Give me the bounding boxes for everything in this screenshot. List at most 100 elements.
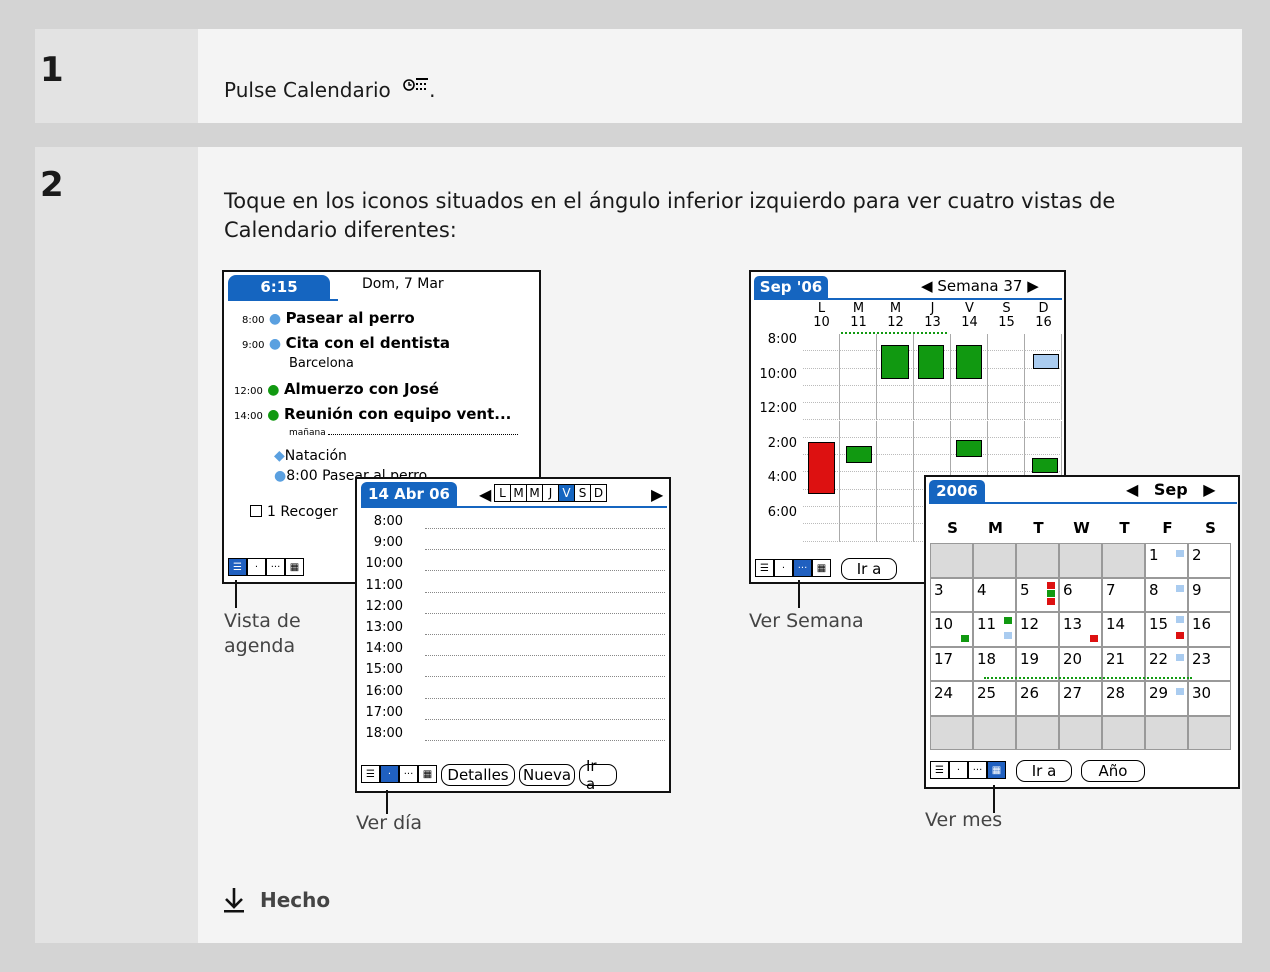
week-slot[interactable]: [840, 507, 877, 525]
day-date-tab[interactable]: 14 Abr 06: [361, 482, 457, 506]
month-day-cell[interactable]: 12: [1016, 612, 1059, 647]
prev-week-arrow-icon[interactable]: ◀: [479, 485, 491, 504]
event-block[interactable]: [881, 345, 909, 379]
week-slot[interactable]: [914, 455, 951, 473]
week-day-number[interactable]: 12: [877, 316, 914, 330]
month-view-icon[interactable]: ▦: [285, 558, 304, 576]
week-view-icon[interactable]: ···: [266, 558, 285, 576]
week-slot[interactable]: [840, 524, 877, 542]
go-to-button[interactable]: Ir a: [841, 558, 897, 580]
details-button[interactable]: Detalles: [441, 764, 515, 786]
day-view-icon[interactable]: ·: [774, 559, 793, 577]
go-to-button[interactable]: Ir a: [579, 757, 617, 791]
week-slot[interactable]: [877, 507, 914, 525]
week-day-number[interactable]: 15: [988, 316, 1025, 330]
week-slot[interactable]: [840, 403, 877, 421]
event-block[interactable]: [956, 440, 982, 457]
month-day-cell[interactable]: [1102, 715, 1145, 750]
weekday-button[interactable]: L: [494, 484, 511, 502]
week-slot[interactable]: [1025, 334, 1062, 352]
weekday-button[interactable]: S: [574, 484, 591, 502]
agenda-item[interactable]: 12:00 ● Almuerzo con José: [234, 380, 539, 398]
month-view-icon[interactable]: ▦: [987, 761, 1006, 779]
agenda-view-icon[interactable]: ☰: [930, 761, 949, 779]
week-slot[interactable]: [840, 385, 877, 404]
month-day-cell[interactable]: 7: [1102, 577, 1145, 612]
agenda-item[interactable]: 8:00 ● Pasear al perro: [242, 309, 539, 327]
agenda-view-icon[interactable]: ☰: [755, 559, 774, 577]
week-slot[interactable]: [840, 420, 877, 438]
month-day-cell[interactable]: 8: [1145, 577, 1188, 612]
event-block[interactable]: [846, 446, 872, 463]
week-slot[interactable]: [803, 403, 840, 421]
month-day-cell[interactable]: [1059, 715, 1102, 750]
month-day-cell[interactable]: 16: [1188, 612, 1231, 647]
next-week-arrow-icon[interactable]: ▶: [1027, 277, 1039, 295]
week-slot[interactable]: [951, 385, 988, 404]
week-slot[interactable]: [803, 420, 840, 438]
month-day-cell[interactable]: [1016, 715, 1059, 750]
week-view-icon[interactable]: ···: [399, 765, 418, 783]
month-view-icon[interactable]: ▦: [418, 765, 437, 783]
week-slot[interactable]: [951, 403, 988, 421]
week-slot[interactable]: [914, 403, 951, 421]
week-slot[interactable]: [1025, 403, 1062, 421]
week-slot[interactable]: [840, 368, 877, 386]
week-slot[interactable]: [803, 385, 840, 404]
week-slot[interactable]: [803, 351, 840, 369]
month-day-cell[interactable]: [1145, 715, 1188, 750]
year-button[interactable]: Año: [1081, 760, 1145, 782]
weekday-button[interactable]: J: [542, 484, 559, 502]
month-day-cell[interactable]: 3: [930, 577, 973, 612]
week-month-tab[interactable]: Sep '06: [754, 276, 828, 298]
month-day-cell[interactable]: 29: [1145, 681, 1188, 716]
go-to-button[interactable]: Ir a: [1016, 760, 1072, 782]
week-slot[interactable]: [840, 489, 877, 507]
week-slot[interactable]: [877, 437, 914, 456]
weekday-button[interactable]: V: [558, 484, 575, 502]
week-slot[interactable]: [988, 368, 1025, 386]
week-slot[interactable]: [988, 437, 1025, 456]
week-slot[interactable]: [914, 437, 951, 456]
week-slot[interactable]: [1025, 420, 1062, 438]
week-day-number[interactable]: 11: [840, 316, 877, 330]
week-slot[interactable]: [1025, 437, 1062, 456]
week-slot[interactable]: [803, 507, 840, 525]
month-day-cell[interactable]: [1188, 715, 1231, 750]
week-slot[interactable]: [877, 385, 914, 404]
month-day-cell[interactable]: [930, 543, 973, 578]
month-year-tab[interactable]: 2006: [929, 480, 985, 502]
next-month-arrow-icon[interactable]: ▶: [1203, 480, 1215, 499]
month-day-cell[interactable]: 1: [1145, 543, 1188, 578]
week-view-icon[interactable]: ···: [793, 559, 812, 577]
month-day-cell[interactable]: [973, 543, 1016, 578]
event-block[interactable]: [808, 442, 835, 494]
agenda-item[interactable]: 9:00 ● Cita con el dentista: [242, 334, 539, 352]
month-day-cell[interactable]: [973, 715, 1016, 750]
prev-week-arrow-icon[interactable]: ◀: [921, 277, 933, 295]
next-week-arrow-icon[interactable]: ▶: [651, 485, 663, 504]
week-view-icon[interactable]: ···: [968, 761, 987, 779]
month-day-cell[interactable]: 24: [930, 681, 973, 716]
month-day-cell[interactable]: 27: [1059, 681, 1102, 716]
week-slot[interactable]: [877, 524, 914, 542]
event-block[interactable]: [1032, 458, 1058, 473]
weekday-button[interactable]: M: [510, 484, 527, 502]
week-slot[interactable]: [988, 420, 1025, 438]
week-slot[interactable]: [988, 385, 1025, 404]
event-block[interactable]: [918, 345, 944, 379]
weekday-button[interactable]: M: [526, 484, 543, 502]
hour-slot[interactable]: [425, 655, 665, 657]
week-slot[interactable]: [988, 334, 1025, 352]
hour-slot[interactable]: [425, 591, 665, 593]
week-slot[interactable]: [951, 455, 988, 473]
checkbox-icon[interactable]: [250, 505, 262, 517]
month-day-cell[interactable]: [1102, 543, 1145, 578]
week-slot[interactable]: [988, 403, 1025, 421]
week-slot[interactable]: [988, 455, 1025, 473]
month-day-cell[interactable]: 6: [1059, 577, 1102, 612]
week-slot[interactable]: [877, 455, 914, 473]
week-slot[interactable]: [877, 403, 914, 421]
month-day-cell[interactable]: 26: [1016, 681, 1059, 716]
week-slot[interactable]: [877, 489, 914, 507]
